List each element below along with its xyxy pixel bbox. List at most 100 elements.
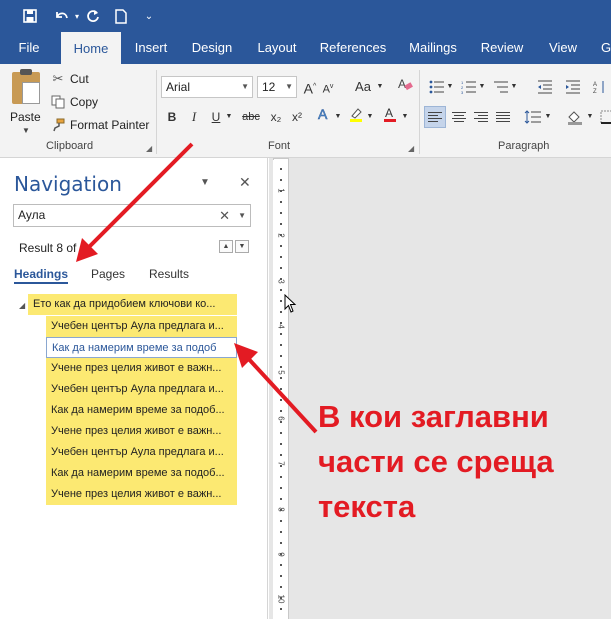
chevron-down-icon[interactable]: ▼ <box>544 106 552 128</box>
change-case-button[interactable]: Aa <box>351 76 375 98</box>
chevron-down-icon[interactable]: ▼ <box>241 77 249 97</box>
undo-dropdown-icon[interactable]: ▾ <box>72 7 82 25</box>
tab-references[interactable]: References <box>316 32 390 64</box>
chevron-down-icon[interactable]: ▼ <box>401 106 409 128</box>
dialog-launcher-icon[interactable]: ◢ <box>408 144 414 153</box>
ruler-tick <box>280 531 282 533</box>
next-result-icon[interactable]: ▼ <box>235 240 249 253</box>
align-right-icon[interactable] <box>470 106 492 128</box>
superscript-button[interactable]: x² <box>288 106 306 128</box>
chevron-down-icon[interactable]: ▼ <box>334 106 342 128</box>
heading-item[interactable]: Учене през целия живот е важн... <box>46 421 237 442</box>
heading-item[interactable]: Как да намерим време за подоб... <box>46 463 237 484</box>
tab-insert[interactable]: Insert <box>128 32 174 64</box>
tab-view[interactable]: View <box>542 32 584 64</box>
paragraph-group-label: Paragraph <box>498 140 550 152</box>
font-group-label: Font <box>268 140 291 152</box>
paste-button[interactable]: Paste ▼ <box>8 69 44 135</box>
new-document-icon[interactable] <box>112 7 130 25</box>
increase-indent-icon[interactable] <box>562 76 584 98</box>
ruler-tick <box>280 454 282 456</box>
bold-button[interactable]: B <box>163 106 181 128</box>
chevron-down-icon[interactable]: ▼ <box>586 106 594 128</box>
heading-item[interactable]: Учебен център Аула предлага и... <box>46 442 237 463</box>
heading-item[interactable]: Ето как да придобием ключови ко... <box>28 294 237 315</box>
clear-formatting-icon[interactable]: A <box>396 76 414 98</box>
ruler-tick <box>280 608 282 610</box>
ruler-tick <box>280 443 282 445</box>
pane-options-icon[interactable]: ▼ <box>200 177 210 188</box>
tab-home[interactable]: Home <box>61 32 121 64</box>
close-icon[interactable]: ✕ <box>239 174 251 191</box>
multilevel-list-icon[interactable] <box>490 76 512 98</box>
sort-icon[interactable]: AZ <box>590 76 611 98</box>
tab-review[interactable]: Review <box>476 32 528 64</box>
heading-item[interactable]: Учене през целия живот е важн... <box>46 484 237 505</box>
svg-text:A: A <box>398 77 406 91</box>
tab-headings[interactable]: Headings <box>14 267 69 284</box>
italic-button[interactable]: I <box>185 106 203 128</box>
heading-item[interactable]: Учебен център Аула предлага и... <box>46 316 237 337</box>
copy-button[interactable]: Copy <box>50 92 98 112</box>
clear-search-icon[interactable]: ✕ <box>219 205 230 226</box>
save-icon[interactable] <box>20 7 40 25</box>
highlight-icon[interactable] <box>346 106 366 128</box>
cut-button[interactable]: ✂ Cut <box>50 69 89 89</box>
chevron-down-icon[interactable]: ▼ <box>510 76 518 98</box>
underline-button[interactable]: U <box>207 106 225 128</box>
text-effects-icon[interactable]: A <box>314 106 334 128</box>
align-center-icon[interactable] <box>448 106 470 128</box>
justify-icon[interactable] <box>492 106 514 128</box>
result-counter: Result 8 of <box>19 241 77 255</box>
annotation-text: В кои заглавни части се среща текста <box>318 394 610 529</box>
decrease-indent-icon[interactable] <box>534 76 556 98</box>
chevron-down-icon[interactable]: ▼ <box>225 106 233 128</box>
strikethrough-button[interactable]: abc <box>239 106 263 128</box>
bullets-icon[interactable] <box>426 76 448 98</box>
shading-icon[interactable] <box>564 106 586 128</box>
line-spacing-icon[interactable] <box>522 106 544 128</box>
align-left-icon[interactable] <box>424 106 446 128</box>
tab-file[interactable]: File <box>10 32 48 64</box>
numbering-icon[interactable]: 123 <box>458 76 480 98</box>
tab-more[interactable]: G <box>596 32 611 64</box>
heading-item[interactable]: Учене през целия живот е важн... <box>46 358 237 379</box>
chevron-down-icon[interactable]: ▼ <box>366 106 374 128</box>
font-size-combo[interactable]: 12 ▼ <box>257 76 297 98</box>
tab-results[interactable]: Results <box>149 267 189 281</box>
customize-qat-icon[interactable]: ⌄ <box>142 7 156 25</box>
font-color-icon[interactable]: A <box>380 106 400 128</box>
ruler-tick <box>280 179 282 181</box>
dialog-launcher-icon[interactable]: ◢ <box>146 144 152 153</box>
undo-icon[interactable] <box>52 7 72 25</box>
tab-layout[interactable]: Layout <box>252 32 302 64</box>
heading-item[interactable]: Учебен център Аула предлага и... <box>46 379 237 400</box>
ribbon-home: Paste ▼ ✂ Cut Copy Format Painter Clipbo… <box>0 64 611 158</box>
redo-icon[interactable] <box>84 7 102 25</box>
chevron-down-icon[interactable]: ▼ <box>285 77 293 97</box>
font-name-combo[interactable]: Arial ▼ <box>161 76 253 98</box>
shrink-font-button[interactable]: Av <box>321 76 335 98</box>
chevron-down-icon[interactable]: ▼ <box>478 76 486 98</box>
change-case-label: Aa <box>355 79 371 94</box>
borders-icon[interactable] <box>596 106 611 128</box>
heading-item-selected[interactable]: Как да намерим време за подоб <box>46 337 237 358</box>
chevron-down-icon[interactable]: ▼ <box>238 205 246 226</box>
grow-font-button[interactable]: A^ <box>303 76 317 98</box>
ruler-tick <box>280 278 282 280</box>
search-input[interactable]: Аула ✕ ▼ <box>13 204 251 227</box>
tab-mailings[interactable]: Mailings <box>402 32 464 64</box>
ruler-tick <box>280 190 282 192</box>
format-painter-button[interactable]: Format Painter <box>50 115 149 135</box>
tab-design[interactable]: Design <box>186 32 238 64</box>
collapse-caret-icon[interactable]: ◢ <box>19 301 25 310</box>
previous-result-icon[interactable]: ▲ <box>219 240 233 253</box>
chevron-down-icon[interactable]: ▼ <box>446 76 454 98</box>
heading-item[interactable]: Как да намерим време за подоб... <box>46 400 237 421</box>
chevron-down-icon[interactable]: ▼ <box>376 76 384 98</box>
subscript-button[interactable]: x₂ <box>267 106 285 128</box>
chevron-down-icon: ▼ <box>22 126 30 135</box>
paintbrush-icon <box>50 117 66 133</box>
tab-pages[interactable]: Pages <box>91 267 125 281</box>
document-area[interactable] <box>269 158 611 619</box>
